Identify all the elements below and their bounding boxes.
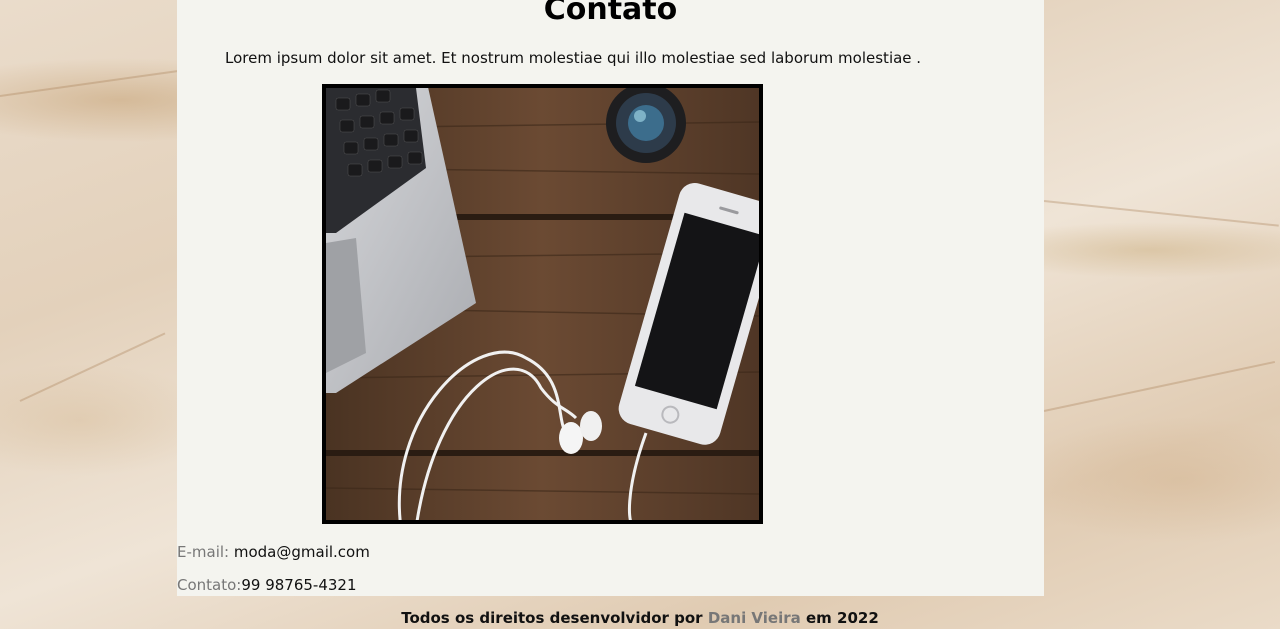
footer: Todos os direitos desenvolvidor por Dani… [0, 609, 1280, 627]
phone-value: 99 98765-4321 [241, 576, 357, 594]
phone-label: Contato: [177, 576, 242, 594]
email-row: E-mail: moda@gmail.com [177, 543, 370, 561]
marble-vein [19, 332, 166, 402]
intro-text: Lorem ipsum dolor sit amet. Et nostrum m… [225, 49, 922, 67]
phone-row: Contato:99 98765-4321 [177, 576, 357, 594]
content-panel: Contato Lorem ipsum dolor sit amet. Et n… [177, 0, 1044, 596]
marble-vein [0, 69, 179, 97]
footer-suffix: em 2022 [805, 609, 879, 627]
footer-author-link[interactable]: Dani Vieira [708, 609, 801, 627]
marble-vein [1043, 360, 1276, 412]
email-value: moda@gmail.com [233, 543, 370, 561]
email-label: E-mail: [177, 543, 230, 561]
footer-prefix: Todos os direitos desenvolvidor por [401, 609, 703, 627]
page-title: Contato [543, 0, 678, 27]
contact-photo [322, 84, 763, 524]
marble-vein [1043, 200, 1279, 227]
